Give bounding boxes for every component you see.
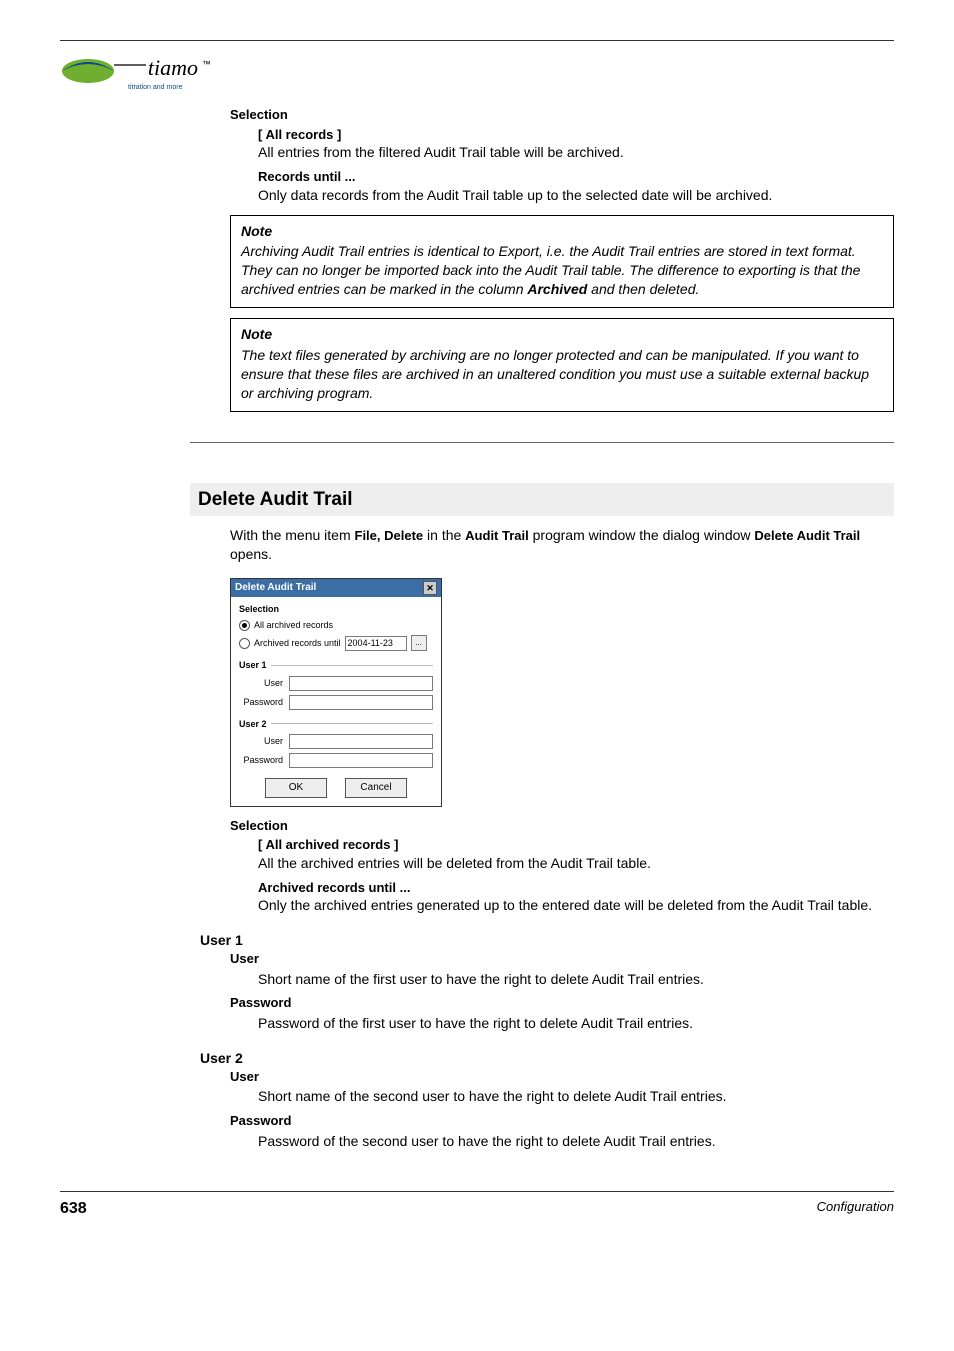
archive-until-desc: Only data records from the Audit Trail t… — [258, 186, 894, 205]
user2-user-input[interactable] — [289, 734, 433, 749]
group-user1-label: User 1 — [239, 659, 267, 671]
note-box-1: Note Archiving Audit Trail entries is id… — [230, 215, 894, 309]
intro-t1: With the menu item — [230, 527, 355, 543]
dialog-titlebar: Delete Audit Trail ✕ — [231, 579, 441, 597]
radio-icon[interactable] — [239, 638, 250, 649]
user2-pass-input[interactable] — [289, 753, 433, 768]
group-user2: User 2 — [239, 718, 433, 730]
intro-paragraph: With the menu item File, Delete in the A… — [230, 526, 894, 564]
note-title: Note — [241, 222, 883, 241]
intro-t3: program window the dialog window — [529, 527, 755, 543]
radio-all-archived[interactable]: All archived records — [239, 619, 433, 631]
note1-text-post: and then deleted. — [587, 281, 699, 297]
cancel-button[interactable]: Cancel — [345, 778, 407, 798]
user1-pass-label: Password — [239, 696, 283, 708]
logo: tiamo ™ titration and more — [60, 47, 894, 92]
note1-bold: Archived — [527, 281, 587, 297]
date-picker-button[interactable]: ... — [411, 635, 427, 651]
user1-pass-term: Password — [230, 994, 894, 1012]
top-rule — [60, 40, 894, 41]
user1-user-desc: Short name of the first user to have the… — [258, 970, 894, 989]
section-rule — [190, 442, 894, 443]
delete-audit-trail-dialog: Delete Audit Trail ✕ Selection All archi… — [230, 578, 442, 807]
group-user2-label: User 2 — [239, 718, 267, 730]
logo-tm: ™ — [202, 59, 211, 69]
user2-pass-term: Password — [230, 1112, 894, 1130]
ok-button[interactable]: OK — [265, 778, 327, 798]
user2-heading: User 2 — [200, 1049, 894, 1068]
group-user1: User 1 — [239, 659, 433, 671]
intro-t4: opens. — [230, 546, 272, 562]
page-footer: 638 Configuration — [60, 1191, 894, 1220]
user2-user-label: User — [239, 735, 283, 747]
footer-section: Configuration — [817, 1198, 894, 1220]
note2-body: The text files generated by archiving ar… — [241, 346, 883, 403]
archive-all-desc: All entries from the filtered Audit Trai… — [258, 143, 894, 162]
radio-until-label: Archived records until — [254, 637, 341, 649]
user2-user-term: User — [230, 1068, 894, 1086]
logo-text: tiamo — [148, 55, 198, 80]
user1-pass-input[interactable] — [289, 695, 433, 710]
page-number: 638 — [60, 1198, 87, 1220]
note-box-2: Note The text files generated by archivi… — [230, 318, 894, 412]
delete-all-desc: All the archived entries will be deleted… — [258, 854, 894, 873]
section-heading: Delete Audit Trail — [190, 483, 894, 517]
user1-user-input[interactable] — [289, 676, 433, 691]
date-field[interactable]: 2004-11-23 — [345, 636, 407, 651]
user1-user-label: User — [239, 677, 283, 689]
intro-b3: Delete Audit Trail — [754, 528, 860, 543]
archive-all-term: [ All records ] — [258, 126, 894, 144]
radio-all-label: All archived records — [254, 619, 333, 631]
dialog-title-text: Delete Audit Trail — [235, 581, 316, 595]
close-icon[interactable]: ✕ — [423, 581, 437, 595]
archive-selection-heading: Selection — [230, 106, 894, 124]
dialog-selection-label: Selection — [239, 603, 433, 615]
archive-until-term: Records until ... — [258, 168, 894, 186]
delete-selection-heading: Selection — [230, 817, 894, 835]
note-body: Archiving Audit Trail entries is identic… — [241, 242, 883, 299]
delete-until-desc: Only the archived entries generated up t… — [258, 896, 894, 915]
user2-pass-desc: Password of the second user to have the … — [258, 1132, 894, 1151]
logo-tagline: titration and more — [128, 83, 894, 92]
user1-user-term: User — [230, 950, 894, 968]
delete-all-term: [ All archived records ] — [258, 836, 894, 854]
intro-b1: File, Delete — [355, 528, 424, 543]
radio-icon[interactable] — [239, 620, 250, 631]
intro-b2: Audit Trail — [465, 528, 529, 543]
intro-t2: in the — [423, 527, 465, 543]
user2-pass-label: Password — [239, 754, 283, 766]
delete-until-term: Archived records until ... — [258, 879, 894, 897]
user1-pass-desc: Password of the first user to have the r… — [258, 1014, 894, 1033]
user1-heading: User 1 — [200, 931, 894, 950]
note-title: Note — [241, 325, 883, 344]
user2-user-desc: Short name of the second user to have th… — [258, 1087, 894, 1106]
radio-archived-until[interactable]: Archived records until 2004-11-23 ... — [239, 635, 433, 651]
